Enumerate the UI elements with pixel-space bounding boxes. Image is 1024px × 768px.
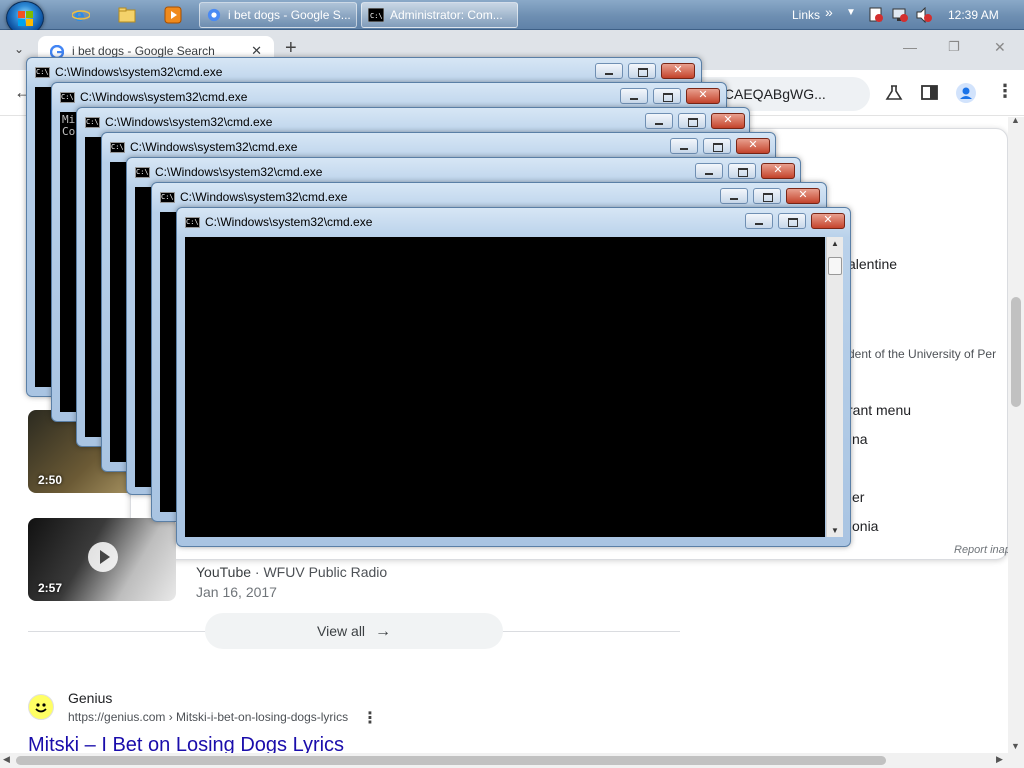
taskbar-button-label: i bet dogs - Google S... [228, 8, 351, 22]
close-button[interactable] [661, 63, 695, 79]
media-player-icon[interactable] [164, 6, 182, 24]
tray-expand-icon[interactable]: ▼ [846, 7, 856, 18]
close-window-icon[interactable]: ✕ [994, 39, 1006, 56]
scrollbar-thumb[interactable] [1011, 297, 1021, 407]
report-inappropriate-link[interactable]: Report inap [954, 544, 1011, 556]
side-panel-icon[interactable] [921, 85, 938, 100]
cmd-window-title: C:\Windows\system32\cmd.exe [105, 115, 273, 129]
view-all-label: View all [317, 623, 366, 639]
maximize-button[interactable] [628, 63, 656, 79]
cmd-icon: C:\ [110, 142, 125, 153]
genius-favicon-icon [28, 694, 54, 720]
console-scrollbar[interactable]: ▲ ▼ [826, 237, 843, 537]
close-button[interactable] [811, 213, 845, 229]
cmd-window-title: C:\Windows\system32\cmd.exe [55, 65, 223, 79]
links-chevron-icon[interactable]: » [825, 4, 833, 20]
panel-fragment[interactable]: er [852, 489, 864, 505]
cmd-icon: C:\ [35, 67, 50, 78]
cmd-window-active[interactable]: C:\ C:\Windows\system32\cmd.exe ▲ ▼ [176, 207, 851, 547]
svg-text:C:\: C:\ [370, 12, 383, 20]
maximize-button[interactable] [653, 88, 681, 104]
scroll-right-icon[interactable]: ▶ [996, 754, 1003, 765]
cmd-window-title: C:\Windows\system32\cmd.exe [130, 140, 298, 154]
scroll-up-icon[interactable]: ▲ [827, 239, 843, 248]
address-bar-text: ICAEQABgWG... [720, 86, 826, 102]
chrome-menu-icon[interactable]: ⋮ [996, 81, 1014, 102]
result-site-name[interactable]: Genius [68, 690, 112, 706]
restore-icon[interactable]: ❐ [948, 39, 960, 55]
result-url[interactable]: https://genius.com › Mitski-i-bet-on-los… [68, 710, 348, 724]
maximize-button[interactable] [778, 213, 806, 229]
cmd-icon: C:\ [160, 192, 175, 203]
close-button[interactable] [786, 188, 820, 204]
panel-fragment[interactable]: rant menu [848, 402, 911, 418]
svg-text:e: e [74, 6, 85, 24]
horizontal-scrollbar[interactable]: ◀ ▶ [0, 753, 1024, 768]
cmd-window-title: C:\Windows\system32\cmd.exe [80, 90, 248, 104]
scroll-down-icon[interactable]: ▼ [1011, 741, 1020, 751]
cmd-icon: C:\ [368, 8, 384, 22]
maximize-button[interactable] [753, 188, 781, 204]
minimize-button[interactable] [720, 188, 748, 204]
windows-logo-icon [18, 11, 34, 27]
panel-fragment[interactable]: alentine [848, 256, 897, 272]
flask-icon[interactable] [885, 84, 903, 102]
scrollbar-thumb[interactable] [828, 257, 842, 275]
internet-explorer-icon[interactable]: e [72, 6, 90, 24]
video-source: YouTube · WFUV Public Radio [196, 564, 388, 580]
panel-fragment: dent of the University of Per [848, 347, 997, 361]
cmd-icon: C:\ [135, 167, 150, 178]
cmd-window-title: C:\Windows\system32\cmd.exe [155, 165, 323, 179]
maximize-button[interactable] [728, 163, 756, 179]
close-button[interactable] [711, 113, 745, 129]
minimize-button[interactable] [695, 163, 723, 179]
taskbar-button-cmd[interactable]: C:\ Administrator: Com... [361, 2, 518, 28]
minimize-button[interactable] [645, 113, 673, 129]
video-duration: 2:50 [38, 473, 63, 487]
panel-fragment[interactable]: onia [852, 518, 878, 534]
close-button[interactable] [686, 88, 720, 104]
minimize-button[interactable] [745, 213, 773, 229]
video-duration: 2:57 [38, 581, 63, 595]
view-all-button[interactable]: View all → [205, 613, 503, 649]
cmd-icon: C:\ [60, 92, 75, 103]
links-toolbar-label[interactable]: Links [792, 8, 820, 22]
minimize-button[interactable] [620, 88, 648, 104]
maximize-button[interactable] [703, 138, 731, 154]
taskbar-button-label: Administrator: Com... [390, 8, 503, 22]
tab-title: i bet dogs - Google Search [72, 44, 215, 58]
action-center-icon[interactable] [868, 7, 884, 23]
scrollbar-thumb[interactable] [16, 756, 886, 765]
system-clock[interactable]: 12:39 AM [948, 8, 999, 22]
close-button[interactable] [736, 138, 770, 154]
network-icon[interactable] [892, 7, 908, 23]
vertical-scrollbar[interactable]: ▲ ▼ [1008, 115, 1024, 753]
windows-taskbar: e i bet dogs - Google S... C:\ Administr… [0, 0, 1024, 35]
result-more-options-icon[interactable]: ⋮ [362, 708, 378, 728]
taskbar-button-chrome[interactable]: i bet dogs - Google S... [199, 2, 357, 28]
maximize-button[interactable] [678, 113, 706, 129]
file-explorer-icon[interactable] [118, 6, 136, 24]
minimize-button[interactable] [670, 138, 698, 154]
cmd-console[interactable] [185, 237, 825, 537]
video-date: Jan 16, 2017 [196, 584, 277, 600]
tab-search-icon[interactable]: ⌄ [14, 42, 24, 56]
play-icon[interactable] [88, 542, 118, 572]
cmd-window-title: C:\Windows\system32\cmd.exe [205, 215, 373, 229]
minimize-icon[interactable]: — [903, 39, 917, 55]
cmd-icon: C:\ [85, 117, 100, 128]
chrome-icon [207, 8, 221, 22]
arrow-right-icon: → [374, 623, 391, 640]
scroll-down-icon[interactable]: ▼ [827, 526, 843, 535]
cmd-window-title: C:\Windows\system32\cmd.exe [180, 190, 348, 204]
cmd-icon: C:\ [185, 217, 200, 228]
profile-avatar-icon[interactable] [956, 83, 976, 103]
scroll-left-icon[interactable]: ◀ [3, 754, 10, 765]
video-thumbnail[interactable]: 2:57 [28, 518, 176, 601]
close-button[interactable] [761, 163, 795, 179]
minimize-button[interactable] [595, 63, 623, 79]
scroll-up-icon[interactable]: ▲ [1011, 115, 1020, 125]
panel-fragment[interactable]: na [852, 431, 868, 447]
volume-icon[interactable] [916, 7, 932, 23]
